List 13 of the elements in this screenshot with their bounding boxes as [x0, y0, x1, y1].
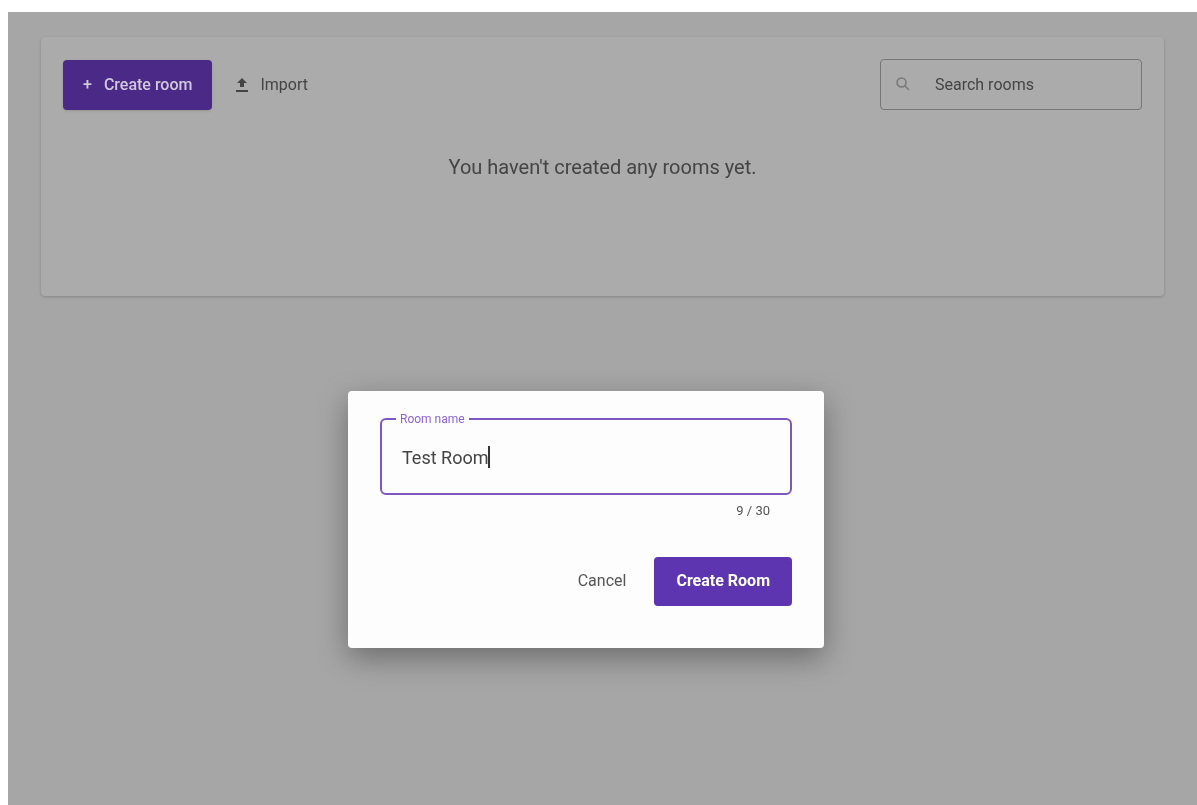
field-value: Test Room: [402, 445, 489, 470]
upload-icon: [236, 77, 249, 92]
create-room-confirm-button[interactable]: Create Room: [654, 556, 792, 606]
field-label: Room name: [399, 411, 466, 427]
room-name-field[interactable]: Room name Test Room: [380, 411, 792, 495]
character-counter: 9 / 30: [736, 502, 770, 520]
text-cursor: [488, 446, 491, 468]
cancel-button[interactable]: Cancel: [577, 569, 627, 593]
import-button[interactable]: Import: [236, 72, 308, 97]
create-room-button[interactable]: + Create room: [63, 59, 213, 110]
empty-message: You haven't created any rooms yet.: [447, 154, 758, 181]
search-field[interactable]: Search rooms: [880, 59, 1142, 110]
search-icon: [896, 77, 910, 91]
